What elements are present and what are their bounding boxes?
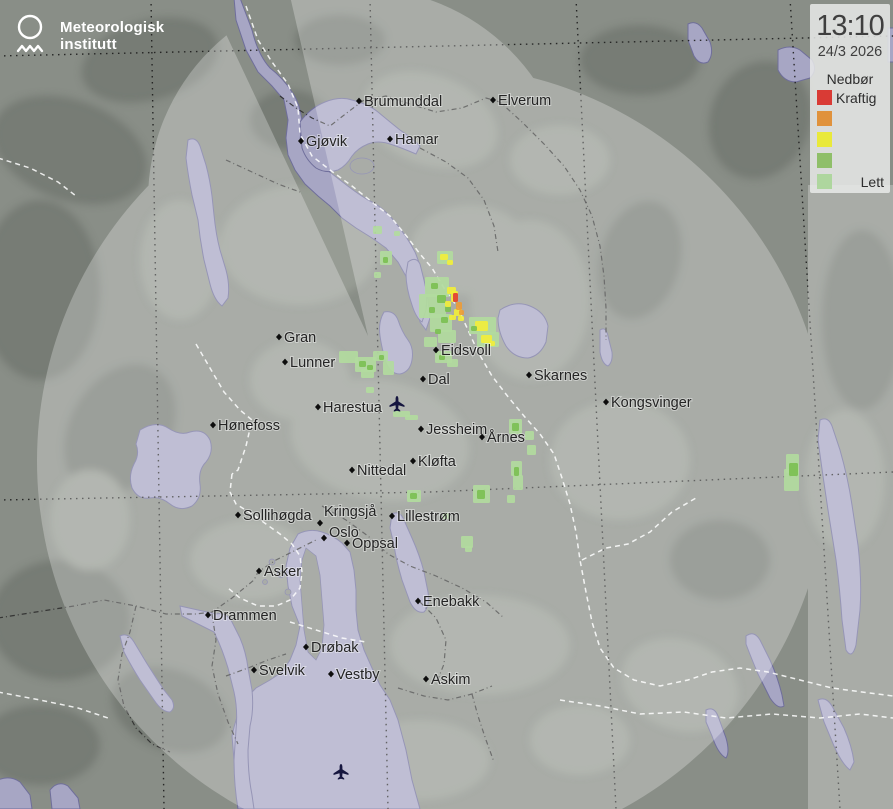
place-label: Asker	[264, 564, 301, 580]
place-label: Harestua	[323, 400, 383, 416]
precip-cell	[513, 475, 523, 490]
precip-cell	[361, 369, 374, 378]
precip-cell	[514, 467, 519, 476]
precip-cell	[405, 415, 418, 420]
place-label: Årnes	[487, 429, 525, 446]
precip-cell	[525, 431, 534, 440]
place-label: Gran	[284, 330, 316, 346]
precip-cell	[456, 302, 462, 310]
place-label: Lunner	[290, 355, 335, 371]
place-label: Drammen	[213, 608, 277, 624]
precip-cell	[430, 314, 452, 332]
place-label: Enebakk	[423, 594, 480, 610]
clock-time: 13:10	[810, 10, 890, 43]
radar-map-screen: Brumunddal Elverum Gjøvik Hamar Gran Lunner Ei…	[0, 0, 893, 809]
place-label: Svelvik	[259, 663, 306, 679]
legend-swatch	[817, 90, 832, 105]
precip-cell	[437, 295, 446, 303]
place-label: Lillestrøm	[397, 509, 460, 525]
radar-map: Brumunddal Elverum Gjøvik Hamar Gran Lunner Ei…	[0, 0, 893, 809]
precip-cell	[527, 445, 536, 455]
legend-swatch	[817, 132, 832, 147]
precip-cell	[458, 316, 464, 321]
place-label: Kløfta	[418, 454, 457, 470]
precip-cell	[373, 226, 382, 234]
precip-cell	[459, 310, 464, 315]
place-label: Vestby	[336, 667, 380, 683]
legend-row	[810, 129, 890, 150]
precip-cell	[453, 293, 458, 302]
precip-cell	[429, 307, 435, 313]
legend-row	[810, 150, 890, 171]
legend-swatch	[817, 111, 832, 126]
precip-cell	[449, 315, 456, 320]
place-label: Oppsal	[352, 536, 398, 552]
precipitation-legend: Kraftig Lett	[810, 87, 890, 192]
met-logo: Meteorologisk institutt	[13, 11, 164, 57]
legend-title: Nedbør	[810, 71, 890, 87]
precip-cell	[431, 283, 438, 289]
precip-cell	[410, 493, 417, 499]
legend-label: Lett	[861, 174, 884, 190]
precip-cell	[789, 463, 798, 476]
precip-cell	[440, 254, 448, 260]
clock-date: 24/3 2026	[810, 44, 890, 60]
met-logo-text: Meteorologisk institutt	[60, 11, 164, 53]
precip-cell	[383, 257, 388, 263]
info-panel: 13:10 24/3 2026 Nedbør Kraftig Lett	[810, 4, 890, 193]
legend-row	[810, 108, 890, 129]
precip-cell	[447, 260, 453, 265]
legend-row: Lett	[810, 171, 890, 192]
place-label: Nittedal	[357, 463, 406, 479]
place-label: Askim	[431, 672, 470, 688]
precip-cell	[383, 361, 394, 375]
met-logo-line2: institutt	[60, 36, 164, 53]
precip-cell	[471, 326, 477, 331]
legend-row: Kraftig	[810, 87, 890, 108]
precip-cell	[435, 329, 441, 334]
place-label: Brumunddal	[364, 94, 442, 110]
place-label: Hønefoss	[218, 418, 280, 434]
place-label: Kringsjå	[324, 504, 377, 520]
precip-cell	[445, 301, 451, 307]
place-label: Elverum	[498, 93, 551, 109]
precip-cell	[507, 495, 515, 503]
precip-cell	[465, 546, 472, 552]
precip-cell	[359, 361, 366, 367]
place-label: Skarnes	[534, 368, 587, 384]
place-label: Sollihøgda	[243, 508, 312, 524]
legend-label: Kraftig	[836, 90, 876, 106]
precip-cell	[367, 365, 373, 370]
place-label: Drøbak	[311, 640, 359, 656]
precip-cell	[374, 272, 381, 278]
place-label: Hamar	[395, 132, 439, 148]
place-label: Gjøvik	[306, 134, 348, 150]
precip-cell	[441, 317, 448, 323]
place-label: Eidsvoll	[441, 343, 491, 359]
precip-cell	[424, 337, 437, 347]
precip-cell	[394, 231, 400, 236]
legend-swatch	[817, 174, 832, 189]
met-logo-icon	[13, 11, 47, 57]
precip-cell	[447, 359, 458, 367]
precip-cell	[379, 355, 384, 360]
precip-cell	[366, 387, 374, 393]
place-label: Jessheim	[426, 422, 487, 438]
place-label: Kongsvinger	[611, 395, 692, 411]
legend-swatch	[817, 153, 832, 168]
place-label: Dal	[428, 372, 450, 388]
met-logo-line1: Meteorologisk	[60, 19, 164, 36]
precip-cell	[477, 490, 485, 499]
